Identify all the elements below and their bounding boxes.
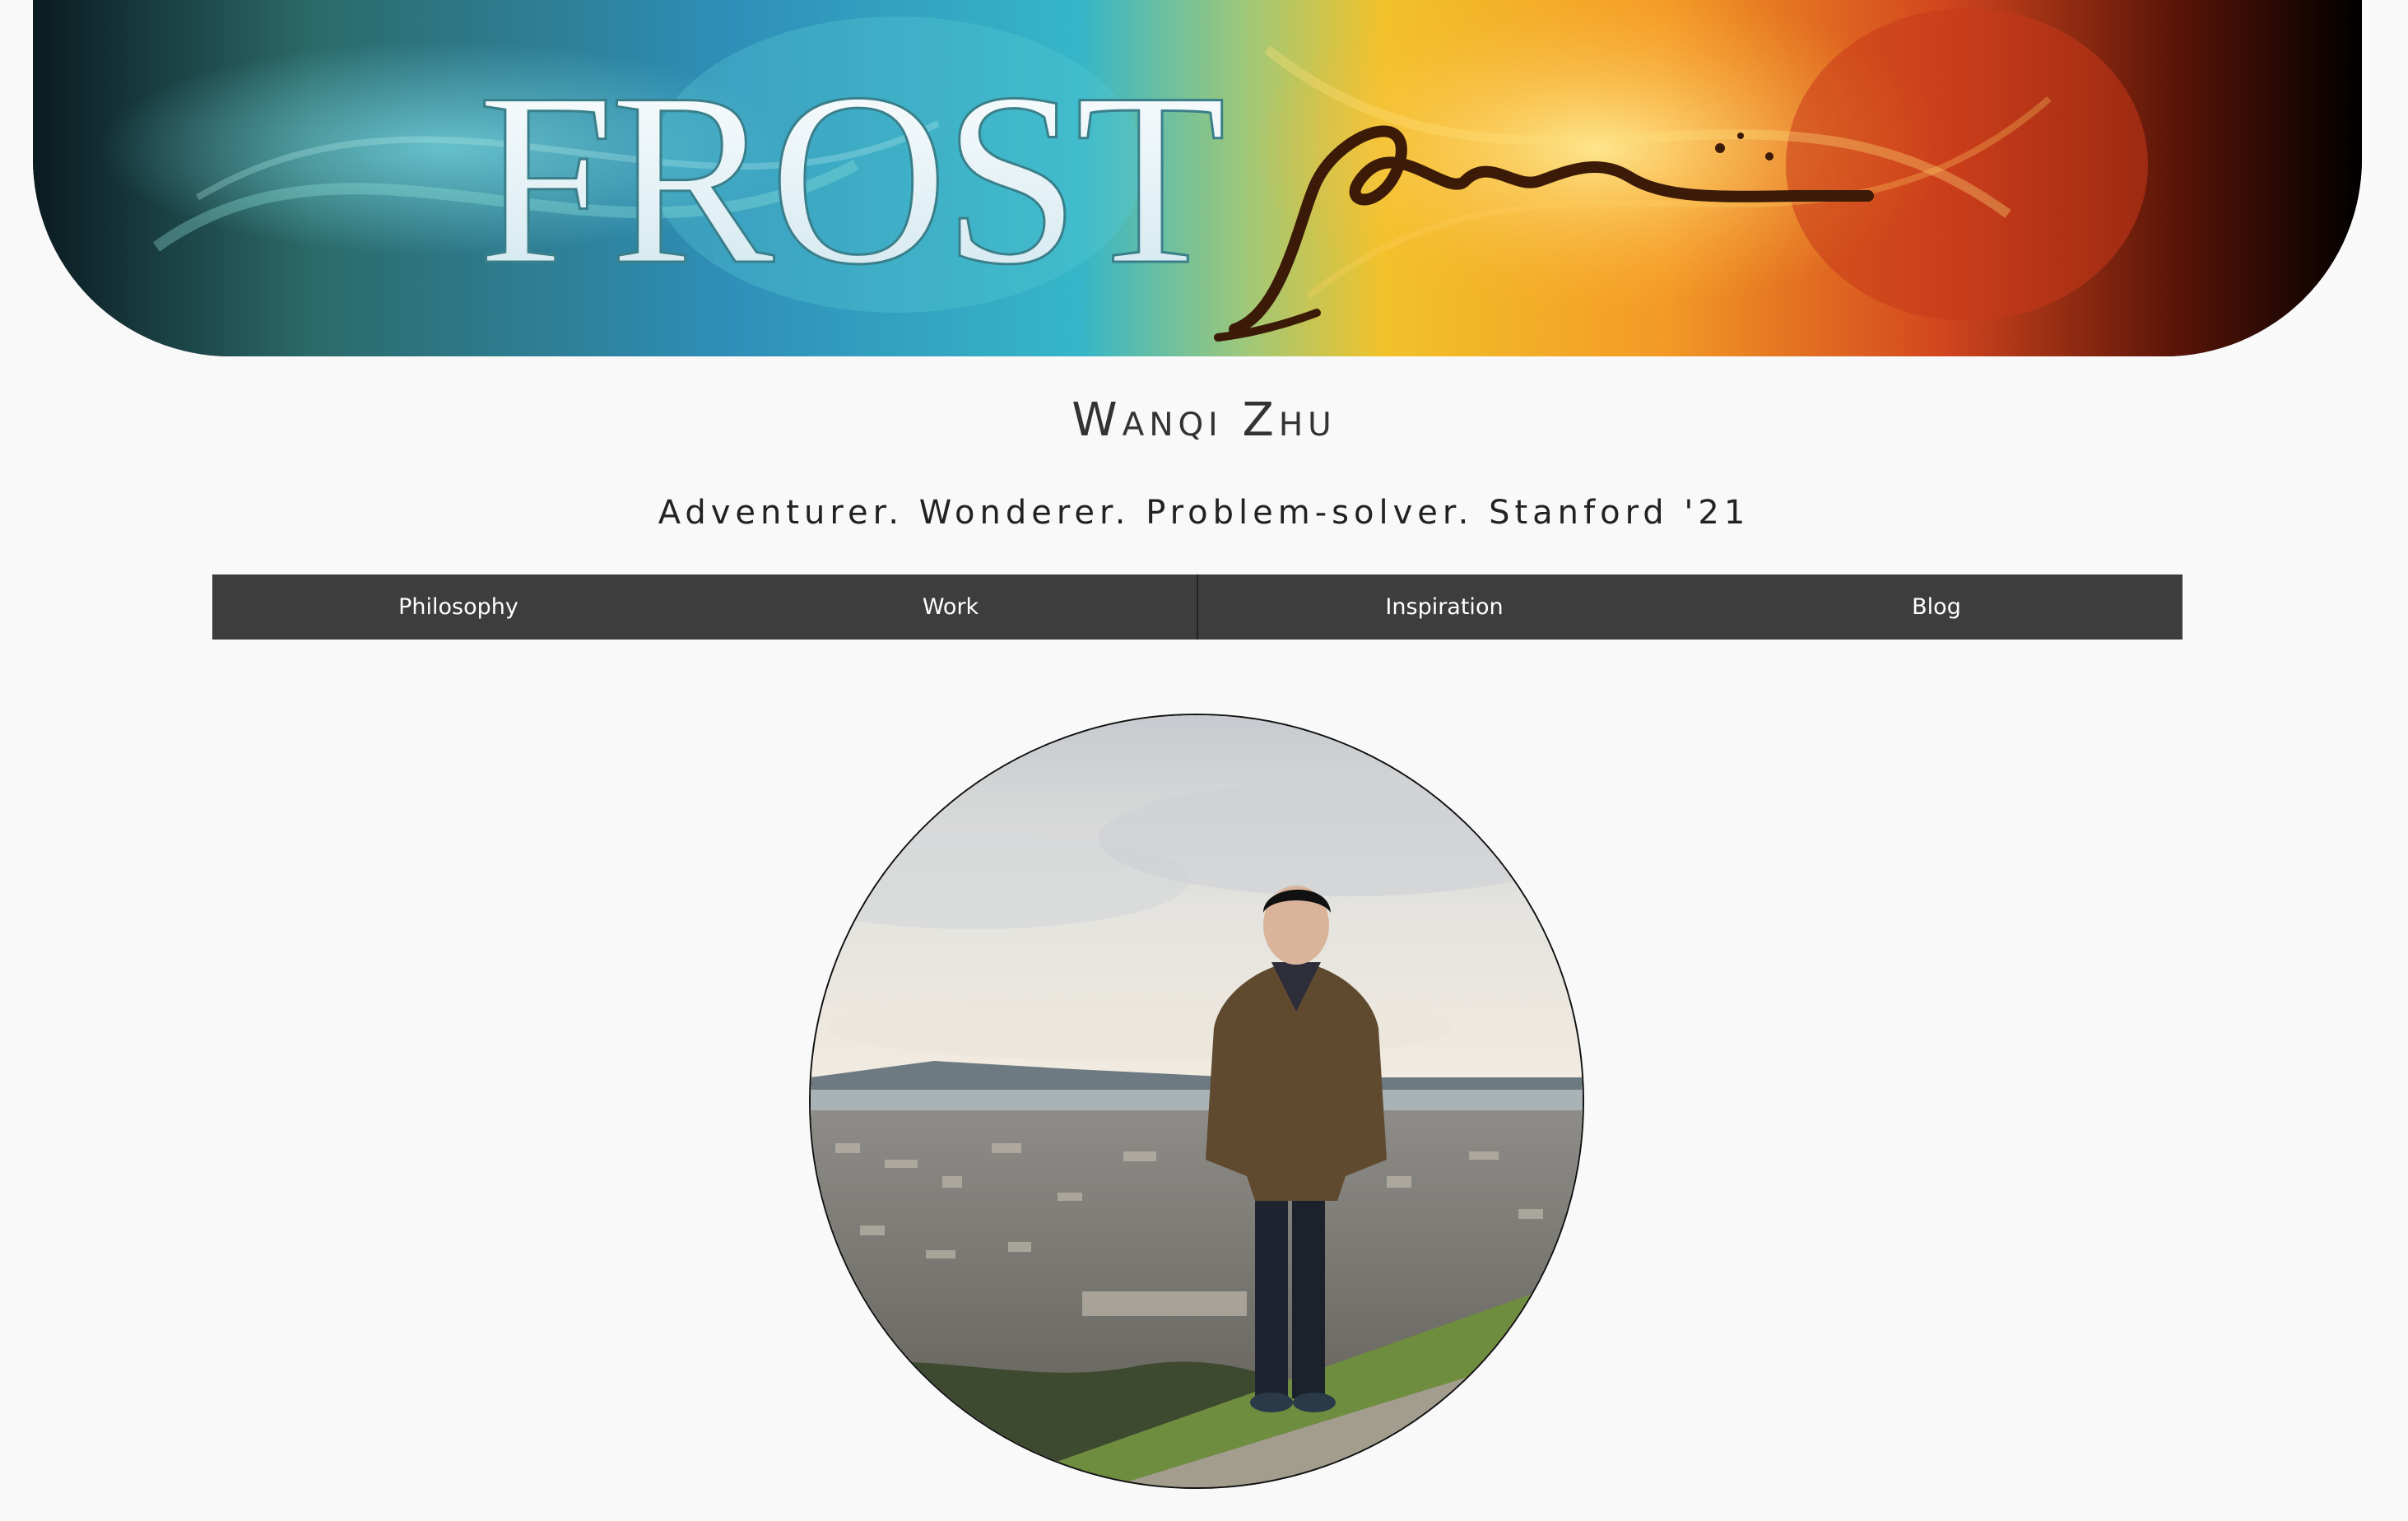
site-banner[interactable]: FROST (33, 0, 2362, 356)
nav-item-blog[interactable]: Blog (1690, 574, 2183, 640)
svg-text:FROST: FROST (477, 42, 1225, 315)
profile-photo (809, 714, 1584, 1489)
page: FROST Wanqi Zhu Adventurer. Wonderer. Pr… (0, 0, 2408, 1521)
frostfire-logo: FROST (33, 0, 2362, 356)
nav-item-philosophy[interactable]: Philosophy (212, 574, 704, 640)
site-owner-name: Wanqi Zhu (1072, 393, 1336, 447)
main-nav: Philosophy Work Inspiration Blog (212, 574, 2183, 640)
tagline: Adventurer. Wonderer. Problem-solver. St… (658, 494, 1750, 532)
nav-item-inspiration[interactable]: Inspiration (1198, 574, 1690, 640)
nav-item-work[interactable]: Work (704, 574, 1197, 640)
